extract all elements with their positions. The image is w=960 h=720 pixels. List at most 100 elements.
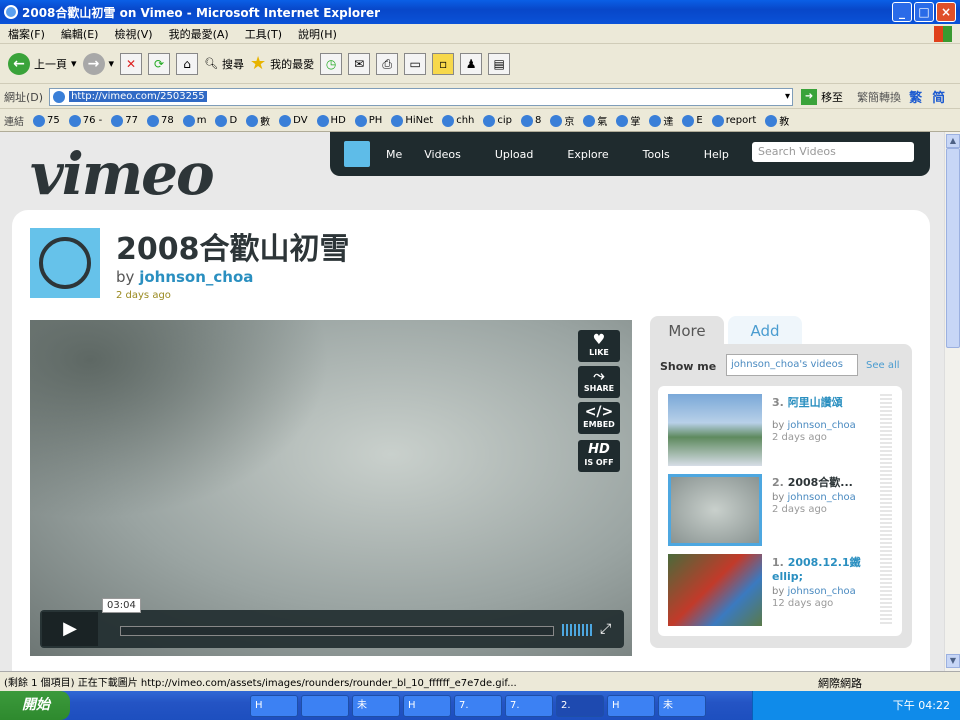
history-icon[interactable]: ◷ <box>320 52 343 75</box>
link-item[interactable]: PH <box>354 114 382 127</box>
link-item[interactable]: HD <box>316 114 346 127</box>
link-item[interactable]: DV <box>279 114 308 127</box>
task-button[interactable]: 未 <box>352 694 400 717</box>
start-button[interactable]: 開始 <box>0 691 70 720</box>
list-item[interactable]: 2. 2008合歡... by johnson_choa 2 days ago <box>668 474 878 546</box>
video-thumbnail[interactable] <box>668 554 762 626</box>
scroll-up-icon[interactable]: ▲ <box>946 134 960 148</box>
link-item[interactable]: 78 <box>146 114 174 127</box>
list-scrollbar[interactable] <box>880 394 892 626</box>
task-button[interactable]: H <box>607 694 655 717</box>
video-source-select[interactable]: johnson_choa's videos <box>726 354 858 376</box>
menu-help[interactable]: 說明(H) <box>298 26 337 42</box>
nav-upload[interactable]: Upload <box>495 148 534 161</box>
link-item[interactable]: 數 <box>246 113 270 128</box>
link-item[interactable]: 76 - <box>68 114 102 127</box>
research-icon[interactable]: ▤ <box>488 52 511 75</box>
clock[interactable]: 下午 04:22 <box>893 699 950 712</box>
link-item[interactable]: report <box>711 114 756 127</box>
mail-icon[interactable]: ✉ <box>348 52 371 75</box>
link-item[interactable]: 75 <box>33 114 60 127</box>
video-player[interactable]: ♥ LIKE ⤳ SHARE </> EMBED HD IS OFF ▶ 03:04 ⤢ <box>30 320 632 656</box>
link-item[interactable]: cip <box>483 114 512 127</box>
list-item[interactable]: 3. 阿里山讚頌 by johnson_choa 2 days ago <box>668 394 878 466</box>
video-thumbnail[interactable] <box>668 474 762 546</box>
play-button[interactable]: ▶ <box>42 612 98 646</box>
task-button[interactable]: 2. <box>556 694 604 717</box>
menu-tools[interactable]: 工具(T) <box>245 26 282 42</box>
scroll-thumb[interactable] <box>946 148 960 348</box>
link-item[interactable]: 8 <box>521 114 541 127</box>
nav-me[interactable]: Me <box>386 148 402 161</box>
tab-add[interactable]: Add <box>728 316 802 346</box>
task-button[interactable]: H <box>250 694 298 717</box>
menu-favorites[interactable]: 我的最愛(A) <box>169 26 229 42</box>
menu-file[interactable]: 檔案(F) <box>8 26 45 42</box>
home-icon[interactable]: ⌂ <box>176 52 199 75</box>
notes-icon[interactable]: ▫ <box>432 52 455 75</box>
video-link[interactable]: 2008.12.1鐵 ellip; <box>772 556 861 583</box>
refresh-icon[interactable]: ⟳ <box>148 52 171 75</box>
address-input[interactable]: http://vimeo.com/2503255 ▾ <box>49 87 794 106</box>
fullscreen-icon[interactable]: ⤢ <box>600 621 611 637</box>
nav-tools[interactable]: Tools <box>643 148 670 161</box>
see-all-link[interactable]: See all <box>866 360 900 371</box>
author-avatar[interactable] <box>30 228 100 298</box>
task-button[interactable]: 未 <box>658 694 706 717</box>
close-button[interactable]: × <box>936 2 956 22</box>
search-input[interactable]: Search Videos <box>752 142 914 162</box>
like-button[interactable]: ♥ LIKE <box>578 330 620 362</box>
forward-button[interactable]: → ▾ <box>82 52 114 75</box>
messenger-icon[interactable]: ♟ <box>460 52 483 75</box>
link-item[interactable]: 掌 <box>616 113 640 128</box>
user-avatar-icon[interactable] <box>344 141 370 167</box>
stop-icon[interactable]: ✕ <box>120 52 143 75</box>
search-button[interactable]: 🔍︎ 搜尋 <box>204 56 244 72</box>
nav-explore[interactable]: Explore <box>567 148 608 161</box>
traditional-button[interactable]: 繁 <box>909 87 922 106</box>
user-link[interactable]: johnson_choa <box>787 420 855 431</box>
nav-help[interactable]: Help <box>704 148 729 161</box>
link-item[interactable]: 教 <box>765 113 789 128</box>
embed-button[interactable]: </> EMBED <box>578 402 620 434</box>
link-item[interactable]: HiNet <box>391 114 433 127</box>
link-item[interactable]: chh <box>442 114 474 127</box>
link-item[interactable]: 達 <box>649 113 673 128</box>
link-item[interactable]: 77 <box>111 114 138 127</box>
link-item[interactable]: D <box>215 114 237 127</box>
scroll-down-icon[interactable]: ▼ <box>946 654 960 668</box>
nav-videos[interactable]: Videos <box>424 148 461 161</box>
page-scrollbar[interactable]: ▲ ▼ <box>944 132 960 671</box>
task-button[interactable]: 7. <box>505 694 553 717</box>
video-link[interactable]: 阿里山讚頌 <box>788 396 843 409</box>
edit-icon[interactable]: ▭ <box>404 52 427 75</box>
video-thumbnail[interactable] <box>668 394 762 466</box>
task-button[interactable]: H <box>403 694 451 717</box>
user-link[interactable]: johnson_choa <box>787 492 855 503</box>
link-item[interactable]: 京 <box>550 113 574 128</box>
author-link[interactable]: johnson_choa <box>139 268 253 286</box>
vimeo-logo[interactable]: vimeo <box>30 140 215 208</box>
minimize-button[interactable]: _ <box>892 2 912 22</box>
progress-bar[interactable] <box>120 626 554 636</box>
task-button[interactable] <box>301 694 349 717</box>
maximize-button[interactable]: □ <box>914 2 934 22</box>
menu-edit[interactable]: 編輯(E) <box>61 26 99 42</box>
favorites-button[interactable]: ★ 我的最愛 <box>250 53 314 74</box>
share-button[interactable]: ⤳ SHARE <box>578 366 620 398</box>
video-link[interactable]: 2008合歡... <box>788 476 853 489</box>
print-icon[interactable]: ⎙ <box>376 52 399 75</box>
task-button[interactable]: 7. <box>454 694 502 717</box>
address-dropdown-icon[interactable]: ▾ <box>785 91 790 102</box>
list-item[interactable]: 1. 2008.12.1鐵 ellip; by johnson_choa 12 … <box>668 554 878 626</box>
volume-control[interactable] <box>562 624 594 636</box>
go-button[interactable]: 移至 <box>821 89 843 105</box>
user-link[interactable]: johnson_choa <box>787 586 855 597</box>
go-arrow-icon[interactable]: ➜ <box>801 88 818 105</box>
tab-more[interactable]: More <box>650 316 724 346</box>
link-item[interactable]: 氣 <box>583 113 607 128</box>
hd-button[interactable]: HD IS OFF <box>578 440 620 472</box>
link-item[interactable]: m <box>182 114 206 127</box>
simplified-button[interactable]: 简 <box>932 87 945 106</box>
link-item[interactable]: E <box>682 114 703 127</box>
